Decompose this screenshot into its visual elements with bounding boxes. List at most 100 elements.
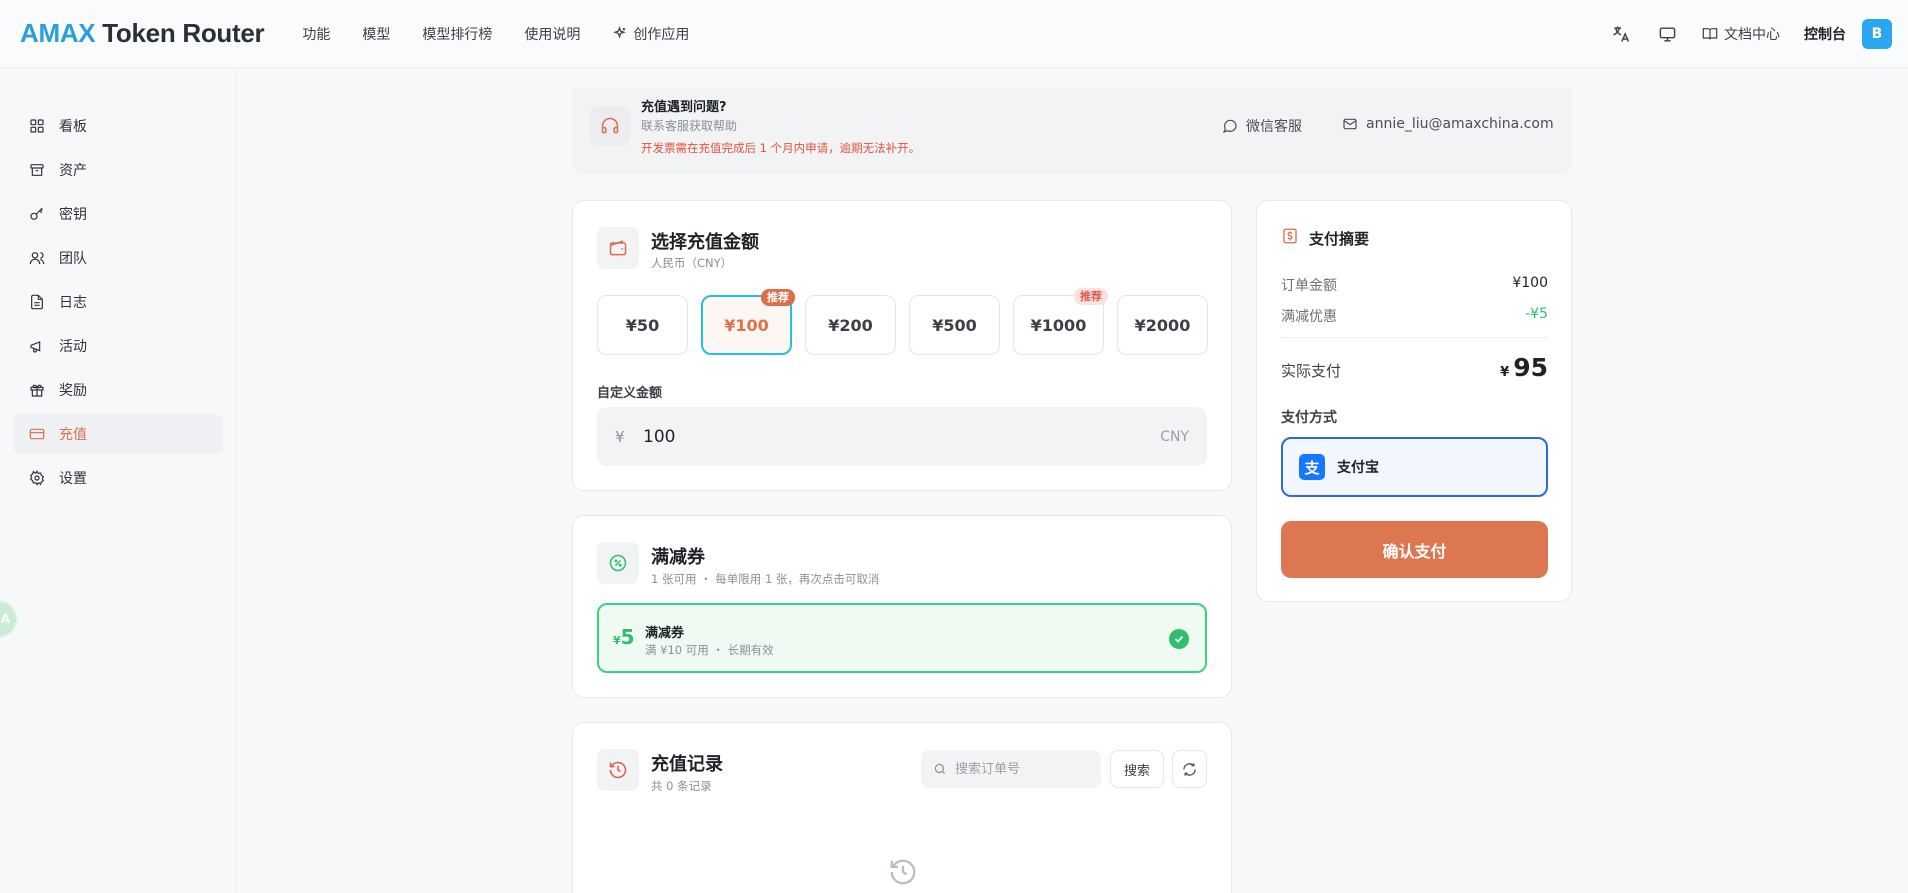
currency-symbol: ¥ [615, 427, 625, 446]
nav-label: 创作应用 [633, 26, 690, 43]
nav-label: 模型 [362, 26, 391, 43]
sidebar-item-label: 奖励 [59, 383, 87, 399]
check-icon [1169, 629, 1189, 649]
coupon-name: 满减券 [645, 626, 685, 641]
sidebar-item-recharge[interactable]: 充值 [13, 414, 223, 454]
nav-usage-guide[interactable]: 使用说明 [524, 24, 580, 44]
empty-history-icon [888, 857, 918, 891]
payment-method-alipay[interactable]: 支 支付宝 [1281, 437, 1548, 497]
currency-unit: CNY [1160, 428, 1189, 445]
actual-pay-amount: ¥ 95 [1500, 353, 1548, 382]
actual-pay-value: 95 [1513, 353, 1548, 382]
invoice-warning: 开发票需在充值完成后 1 个月内申请，逾期无法补开。 [641, 141, 921, 155]
amount-card-subtitle: 人民币（CNY） [651, 256, 733, 270]
amount-label: ¥200 [828, 315, 873, 335]
brand-logo[interactable]: AMAX Token Router [20, 18, 265, 49]
amount-option-50[interactable]: ¥50 [597, 295, 688, 355]
sidebar-item-team[interactable]: 团队 [13, 238, 223, 278]
amount-label: ¥500 [932, 315, 977, 335]
translate-icon[interactable] [1610, 23, 1632, 45]
coupon-desc: 满 ¥10 可用 ・ 长期有效 [645, 643, 774, 657]
email-label: annie_liu@amaxchina.com [1366, 116, 1554, 132]
sidebar-item-rewards[interactable]: 奖励 [13, 370, 223, 410]
actual-pay-label: 实际支付 [1281, 362, 1342, 380]
archive-icon [30, 164, 44, 176]
mail-icon [1343, 118, 1357, 130]
wechat-label: 微信客服 [1246, 119, 1302, 135]
custom-amount-field[interactable]: ¥ 100 CNY [597, 407, 1207, 466]
docs-center-link[interactable]: 文档中心 [1702, 24, 1780, 44]
brand-prefix: AMAX [20, 18, 96, 48]
sidebar-item-dashboard[interactable]: 看板 [13, 106, 223, 146]
amount-card: 选择充值金额 人民币（CNY） ¥50 ¥100 推荐 ¥200 ¥500 ¥10… [572, 200, 1232, 491]
credit-card-icon [29, 428, 45, 440]
confirm-payment-button[interactable]: 确认支付 [1281, 521, 1548, 578]
sidebar-item-label: 充值 [59, 427, 87, 443]
custom-amount-value[interactable]: 100 [643, 427, 1160, 447]
sidebar-item-settings[interactable]: 设置 [13, 458, 223, 498]
sidebar-item-label: 资产 [59, 163, 87, 179]
chat-bubble-icon [1222, 119, 1237, 134]
book-icon [1702, 28, 1718, 40]
nav-label: 使用说明 [524, 26, 581, 43]
nav-leaderboard[interactable]: 模型排行榜 [422, 24, 492, 44]
nav-models[interactable]: 模型 [362, 24, 390, 44]
sidebar-item-label: 团队 [59, 251, 87, 267]
refresh-icon [1183, 762, 1196, 776]
amount-option-1000[interactable]: ¥1000 推荐 [1013, 288, 1108, 355]
sidebar-item-assets[interactable]: 资产 [13, 150, 223, 190]
nav-create-app[interactable]: 创作应用 [612, 24, 689, 44]
discount-label: 满减优惠 [1281, 309, 1337, 325]
key-icon [30, 207, 43, 220]
help-banner: 充值遇到问题? 联系客服获取帮助 开发票需在充值完成后 1 个月内申请，逾期无法… [572, 88, 1572, 174]
actual-pay-currency: ¥ [1500, 365, 1510, 380]
avatar[interactable]: B [1862, 19, 1892, 49]
sidebar-item-activities[interactable]: 活动 [13, 326, 223, 366]
monitor-icon[interactable] [1656, 23, 1678, 45]
sidebar-item-keys[interactable]: 密钥 [13, 194, 223, 234]
amount-option-2000[interactable]: ¥2000 [1117, 295, 1208, 355]
search-button[interactable]: 搜索 [1110, 750, 1164, 788]
sidebar-item-label: 看板 [59, 119, 87, 135]
coupon-value: ¥5 [613, 625, 635, 649]
coupon-currency: ¥ [613, 634, 621, 647]
order-search [921, 750, 1101, 788]
amount-option-100[interactable]: ¥100 推荐 [701, 289, 795, 355]
amount-card-title: 选择充值金额 [651, 232, 759, 253]
summary-title: 支付摘要 [1309, 230, 1370, 248]
support-email-link[interactable]: annie_liu@amaxchina.com [1342, 116, 1554, 132]
amount-option-500[interactable]: ¥500 [909, 295, 1000, 355]
order-amount-label: 订单金额 [1281, 278, 1337, 294]
amount-label: ¥50 [625, 315, 660, 335]
history-icon [597, 749, 639, 791]
wallet-icon [597, 227, 639, 269]
amount-option-200[interactable]: ¥200 [805, 295, 896, 355]
coupon-amount: 5 [620, 625, 635, 649]
wechat-support-link[interactable]: 微信客服 [1222, 116, 1302, 136]
nav-features[interactable]: 功能 [302, 24, 330, 44]
discount-value: -¥5 [1525, 306, 1548, 322]
users-icon [29, 252, 45, 265]
top-right-actions: 文档中心 控制台 B [1610, 0, 1892, 68]
dollar-doc-icon [1281, 227, 1299, 249]
nav-label: 功能 [302, 26, 331, 43]
amount-label: ¥1000 [1030, 315, 1087, 335]
discount-row: 满减优惠 -¥5 [1281, 306, 1548, 326]
sidebar-item-label: 密钥 [59, 207, 87, 223]
sidebar-item-label: 日志 [59, 295, 87, 311]
sidebar: 看板 资产 密钥 团队 日志 活动 奖励 充值 设置 [0, 68, 237, 893]
amount-options: ¥50 ¥100 推荐 ¥200 ¥500 ¥1000 推荐 ¥2000 [597, 288, 1208, 355]
payment-summary-card: 支付摘要 订单金额 ¥100 满减优惠 -¥5 实际支付 ¥ 95 支付方式 支… [1256, 200, 1572, 602]
sidebar-item-logs[interactable]: 日志 [13, 282, 223, 322]
coupon-item[interactable]: ¥5 满减券 满 ¥10 可用 ・ 长期有效 [597, 603, 1207, 673]
recommended-tag: 推荐 [1074, 288, 1108, 305]
search-icon [934, 763, 946, 775]
docs-label: 文档中心 [1724, 27, 1780, 43]
sidebar-item-label: 设置 [59, 471, 87, 487]
search-input[interactable] [955, 761, 1085, 777]
refresh-button[interactable] [1172, 750, 1207, 788]
sidebar-item-label: 活动 [59, 339, 87, 355]
custom-amount-label: 自定义金额 [597, 386, 663, 401]
console-link[interactable]: 控制台 [1804, 24, 1846, 44]
records-card-title: 充值记录 [651, 754, 723, 775]
